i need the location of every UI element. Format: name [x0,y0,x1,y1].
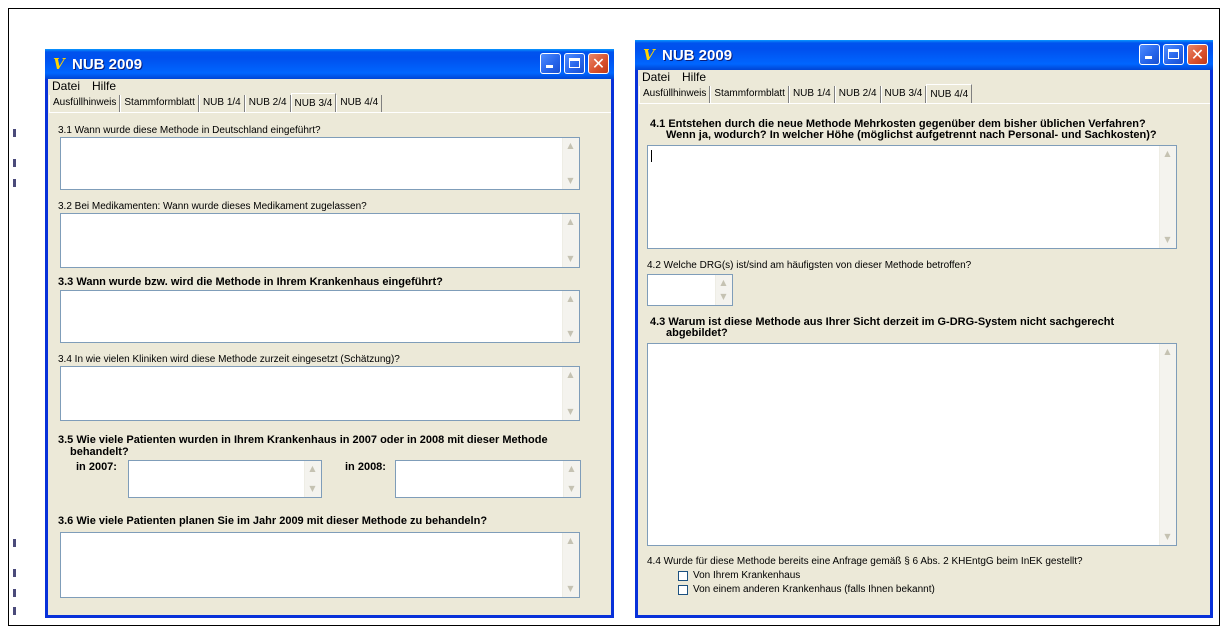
tab-ausfuellhinweis[interactable]: Ausfüllhinweis [49,95,121,112]
nub-logo-icon: V [643,46,655,64]
menu-hilfe[interactable]: Hilfe [680,70,708,85]
patients-2008-field[interactable]: ▲ ▼ [395,460,581,498]
scroll-up-icon[interactable]: ▲ [1160,345,1175,359]
minimize-button[interactable] [1139,44,1160,65]
menu-datei[interactable]: Datei [50,79,82,94]
answer-3-4-scrollbar[interactable]: ▲ ▼ [562,367,579,420]
question-3-4-label: 3.4 In wie vielen Kliniken wird diese Me… [58,354,400,365]
patients-2007-scrollbar[interactable]: ▲ ▼ [304,461,321,497]
question-3-5-label-line1: 3.5 Wie viele Patienten wurden in Ihrem … [58,434,548,446]
scroll-down-icon[interactable]: ▼ [1160,530,1175,544]
checkbox-other-hospital[interactable] [678,585,688,595]
drg-scrollbar[interactable]: ▲ ▼ [715,275,732,305]
minimize-button[interactable] [540,53,561,74]
menu-datei[interactable]: Datei [640,70,672,85]
answer-3-3-scrollbar[interactable]: ▲ ▼ [562,291,579,342]
scroll-down-icon[interactable]: ▼ [563,327,578,341]
left-window: V NUB 2009 ✕ Datei Hilfe Ausfüllhinweis … [45,49,614,618]
scroll-up-icon[interactable]: ▲ [563,215,578,229]
maximize-button[interactable] [564,53,585,74]
question-4-3-label-line2: abgebildet? [666,327,728,339]
right-menubar: Datei Hilfe [638,70,1210,85]
answer-4-3-scrollbar[interactable]: ▲ ▼ [1159,344,1176,545]
scroll-up-icon[interactable]: ▲ [716,276,731,290]
tab-nub-3-4[interactable]: NUB 3/4 [290,93,337,112]
minimize-icon [546,65,553,68]
question-4-2-label: 4.2 Welche DRG(s) ist/sind am häufigsten… [647,260,972,271]
right-window-title: NUB 2009 [662,46,733,64]
nub-logo-icon: V [53,55,65,73]
answer-3-2-scrollbar[interactable]: ▲ ▼ [562,214,579,267]
minimize-icon [1145,56,1152,59]
drg-field[interactable]: ▲ ▼ [647,274,733,306]
tab-stammformblatt[interactable]: Stammformblatt [710,86,789,103]
answer-4-3-textarea[interactable]: ▲ ▼ [647,343,1177,546]
scroll-down-icon[interactable]: ▼ [563,405,578,419]
scroll-up-icon[interactable]: ▲ [563,139,578,153]
maximize-icon [569,58,580,68]
right-titlebar[interactable]: V NUB 2009 ✕ [635,40,1213,70]
left-menubar: Datei Hilfe [48,79,611,94]
left-titlebar[interactable]: V NUB 2009 ✕ [45,49,614,79]
scroll-down-icon[interactable]: ▼ [563,174,578,188]
right-tabbar: Ausfüllhinweis Stammformblatt NUB 1/4 NU… [639,84,1210,104]
scroll-up-icon[interactable]: ▲ [563,368,578,382]
tab-ausfuellhinweis[interactable]: Ausfüllhinweis [639,86,711,103]
tab-stammformblatt[interactable]: Stammformblatt [120,95,199,112]
answer-3-6-scrollbar[interactable]: ▲ ▼ [562,533,579,597]
tab-nub-1-4[interactable]: NUB 1/4 [198,95,245,112]
scroll-up-icon[interactable]: ▲ [564,462,579,476]
tab-nub-4-4[interactable]: NUB 4/4 [336,95,383,112]
answer-3-1-textarea[interactable]: ▲ ▼ [60,137,580,190]
answer-3-6-textarea[interactable]: ▲ ▼ [60,532,580,598]
tab-nub-2-4[interactable]: NUB 2/4 [244,95,291,112]
scroll-up-icon[interactable]: ▲ [563,534,578,548]
text-caret [651,150,652,162]
scroll-up-icon[interactable]: ▲ [1160,147,1175,161]
question-3-2-label: 3.2 Bei Medikamenten: Wann wurde dieses … [58,201,367,212]
patients-2007-field[interactable]: ▲ ▼ [128,460,322,498]
left-tabbar: Ausfüllhinweis Stammformblatt NUB 1/4 NU… [49,93,611,113]
answer-4-1-scrollbar[interactable]: ▲ ▼ [1159,146,1176,248]
maximize-icon [1168,49,1179,59]
tab-nub-4-4[interactable]: NUB 4/4 [926,84,973,103]
scroll-down-icon[interactable]: ▼ [563,582,578,596]
answer-3-4-textarea[interactable]: ▲ ▼ [60,366,580,421]
tab-nub-2-4[interactable]: NUB 2/4 [834,86,881,103]
checkbox-other-hospital-label[interactable]: Von einem anderen Krankenhaus (falls Ihn… [693,584,935,595]
close-icon: ✕ [591,54,606,73]
question-3-1-label: 3.1 Wann wurde diese Methode in Deutschl… [58,125,321,136]
scroll-down-icon[interactable]: ▼ [564,482,579,496]
question-3-3-label: 3.3 Wann wurde bzw. wird die Methode in … [58,276,443,288]
checkbox-own-hospital-label[interactable]: Von Ihrem Krankenhaus [693,570,800,581]
maximize-button[interactable] [1163,44,1184,65]
close-button[interactable]: ✕ [588,53,609,74]
question-4-1-label-line2: Wenn ja, wodurch? In welcher Höhe (mögli… [666,129,1157,141]
question-3-6-label: 3.6 Wie viele Patienten planen Sie im Ja… [58,515,488,527]
scroll-down-icon[interactable]: ▼ [305,482,320,496]
answer-3-2-textarea[interactable]: ▲ ▼ [60,213,580,268]
question-4-4-label: 4.4 Wurde für diese Methode bereits eine… [647,556,1083,567]
tab-nub-3-4[interactable]: NUB 3/4 [880,86,927,103]
label-2007: in 2007: [76,461,117,473]
scroll-down-icon[interactable]: ▼ [1160,233,1175,247]
menu-hilfe[interactable]: Hilfe [90,79,118,94]
close-icon: ✕ [1190,45,1205,64]
answer-4-1-textarea[interactable]: ▲ ▼ [647,145,1177,249]
question-3-5-label-line2: behandelt? [70,446,129,458]
scroll-down-icon[interactable]: ▼ [563,252,578,266]
label-2008: in 2008: [345,461,386,473]
scroll-up-icon[interactable]: ▲ [563,292,578,306]
close-button[interactable]: ✕ [1187,44,1208,65]
scroll-down-icon[interactable]: ▼ [716,290,731,304]
scroll-up-icon[interactable]: ▲ [305,462,320,476]
tab-nub-1-4[interactable]: NUB 1/4 [788,86,835,103]
checkbox-own-hospital[interactable] [678,571,688,581]
answer-3-3-textarea[interactable]: ▲ ▼ [60,290,580,343]
patients-2008-scrollbar[interactable]: ▲ ▼ [563,461,580,497]
left-window-title: NUB 2009 [72,55,143,73]
right-window: V NUB 2009 ✕ Datei Hilfe Ausfüllhinweis … [635,40,1213,618]
answer-3-1-scrollbar[interactable]: ▲ ▼ [562,138,579,189]
